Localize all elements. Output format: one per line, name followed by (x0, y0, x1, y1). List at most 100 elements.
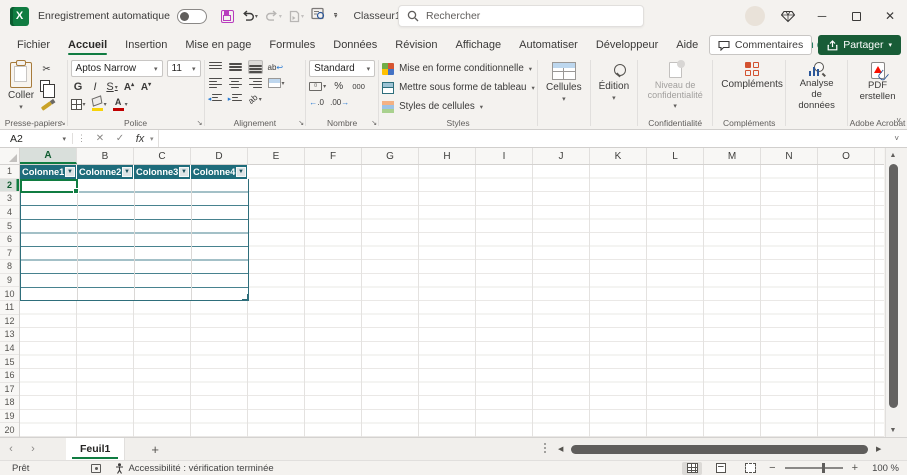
wrap-text-button[interactable]: ab↩ (268, 60, 284, 74)
scroll-left-icon[interactable]: ◀ (558, 445, 563, 453)
column-header-J[interactable]: J (533, 148, 590, 164)
column-header-L[interactable]: L (647, 148, 704, 164)
scroll-right-icon[interactable]: ▶ (876, 445, 881, 453)
row-header-3[interactable]: 3 (0, 192, 19, 206)
restore-button[interactable] (839, 0, 873, 32)
cell-styles-button[interactable]: Styles de cellules▾ (382, 98, 535, 115)
row-header-4[interactable]: 4 (0, 206, 19, 220)
diamond-icon[interactable] (781, 10, 795, 23)
filter-button-colonne1[interactable]: ▼ (65, 167, 75, 177)
minimize-button[interactable]: ─ (805, 0, 839, 32)
underline-button[interactable]: S▾ (105, 80, 120, 94)
tab-r-vision[interactable]: Révision (386, 32, 446, 57)
format-as-table-button[interactable]: Mettre sous forme de tableau▾ (382, 79, 535, 96)
save-icon[interactable] (221, 10, 234, 23)
vertical-scroll-thumb[interactable] (889, 164, 898, 408)
avatar[interactable] (745, 6, 765, 26)
autosave-toggle[interactable] (177, 9, 207, 24)
collapse-ribbon-icon[interactable]: ˅ (896, 116, 901, 125)
decrease-font-button[interactable]: A▾ (139, 80, 154, 94)
column-header-E[interactable]: E (248, 148, 305, 164)
table-body[interactable] (20, 179, 249, 301)
column-header-M[interactable]: M (704, 148, 761, 164)
scroll-up-icon[interactable]: ▲ (890, 148, 897, 162)
close-button[interactable]: ✕ (873, 0, 907, 32)
filter-button-colonne4[interactable]: ▼ (236, 167, 246, 177)
scrollbar-grip[interactable] (544, 443, 546, 453)
clipboard-dialog-launcher[interactable]: ↘ (60, 119, 66, 127)
tab-automatiser[interactable]: Automatiser (510, 32, 587, 57)
tab-donn-es[interactable]: Données (324, 32, 386, 57)
column-header-H[interactable]: H (419, 148, 476, 164)
sensitivity-button[interactable]: Niveau de confidentialité ▾ (641, 60, 709, 113)
row-header-8[interactable]: 8 (0, 260, 19, 274)
row-header-14[interactable]: 14 (0, 342, 19, 356)
row-header-7[interactable]: 7 (0, 247, 19, 261)
decrease-decimal-button[interactable]: .00→ (330, 95, 349, 109)
sheet-tab-feuil1[interactable]: Feuil1 (66, 438, 125, 460)
column-header-D[interactable]: D (191, 148, 248, 164)
increase-indent-button[interactable]: ▸ (228, 92, 243, 106)
zoom-in-button[interactable]: + (852, 462, 858, 474)
tab-affichage[interactable]: Affichage (446, 32, 510, 57)
zoom-out-button[interactable]: − (769, 462, 775, 474)
column-header-O[interactable]: O (818, 148, 875, 164)
tab-accueil[interactable]: Accueil (59, 32, 116, 57)
tab-insertion[interactable]: Insertion (116, 32, 176, 57)
row-header-10[interactable]: 10 (0, 287, 19, 301)
align-center-button[interactable] (228, 76, 243, 90)
comments-button[interactable]: Commentaires (709, 35, 812, 55)
formula-input[interactable] (158, 130, 887, 147)
name-box[interactable]: A2 ▾ (0, 130, 72, 147)
selected-cell-A2[interactable] (20, 179, 78, 194)
customize-toolbar-icon[interactable]: ▾ (334, 13, 338, 20)
bold-button[interactable]: G (71, 80, 86, 94)
undo-button[interactable]: ▾ (241, 10, 258, 22)
align-right-button[interactable] (248, 76, 263, 90)
thousands-format-button[interactable]: 000 (351, 79, 366, 93)
align-middle-button[interactable] (228, 60, 243, 74)
increase-font-button[interactable]: A▴ (122, 80, 137, 94)
signature-request-icon[interactable] (311, 7, 325, 25)
cancel-button[interactable]: ✕ (90, 133, 110, 144)
previous-sheet-button[interactable]: ‹ (0, 443, 22, 455)
conditional-formatting-button[interactable]: Mise en forme conditionnelle▾ (382, 60, 535, 77)
share-button[interactable]: Partager ▾ (818, 35, 901, 55)
font-color-button[interactable]: A▾ (113, 97, 128, 111)
row-header-15[interactable]: 15 (0, 355, 19, 369)
font-size-select[interactable]: 11▾ (167, 60, 201, 77)
column-header-B[interactable]: B (77, 148, 134, 164)
row-header-20[interactable]: 20 (0, 423, 19, 437)
page-break-view-button[interactable] (740, 462, 760, 475)
number-dialog-launcher[interactable]: ↘ (371, 119, 377, 127)
font-dialog-launcher[interactable]: ↘ (197, 119, 203, 127)
row-header-17[interactable]: 17 (0, 383, 19, 397)
alignment-dialog-launcher[interactable]: ↘ (298, 119, 304, 127)
enter-button[interactable]: ✓ (110, 133, 130, 144)
row-header-2[interactable]: 2 (0, 179, 19, 193)
copy-button[interactable]: ▾ (39, 79, 54, 93)
borders-button[interactable]: ▾ (71, 97, 86, 111)
filter-button-colonne2[interactable]: ▼ (122, 167, 132, 177)
column-header-K[interactable]: K (590, 148, 647, 164)
row-header-18[interactable]: 18 (0, 396, 19, 410)
redo-button[interactable]: ▾ (265, 10, 282, 22)
row-header-5[interactable]: 5 (0, 219, 19, 233)
currency-format-button[interactable]: ¤▾ (309, 79, 326, 93)
font-family-select[interactable]: Aptos Narrow▾ (71, 60, 163, 77)
column-header-G[interactable]: G (362, 148, 419, 164)
filter-button-colonne3[interactable]: ▼ (179, 167, 189, 177)
tab-mise-en-page[interactable]: Mise en page (176, 32, 260, 57)
scroll-down-icon[interactable]: ▼ (890, 423, 897, 437)
addins-button[interactable]: Compléments (716, 60, 788, 93)
row-header-19[interactable]: 19 (0, 410, 19, 424)
tab-d-veloppeur[interactable]: Développeur (587, 32, 667, 57)
page-layout-view-button[interactable] (711, 462, 731, 475)
normal-view-button[interactable] (682, 462, 702, 475)
row-header-11[interactable]: 11 (0, 301, 19, 315)
editing-button[interactable]: Édition ▾ (594, 60, 635, 105)
column-header-N[interactable]: N (761, 148, 818, 164)
row-header-13[interactable]: 13 (0, 328, 19, 342)
paste-button[interactable]: Coller ▾ (3, 60, 39, 114)
analyze-data-button[interactable]: Analyse de données (789, 60, 844, 114)
